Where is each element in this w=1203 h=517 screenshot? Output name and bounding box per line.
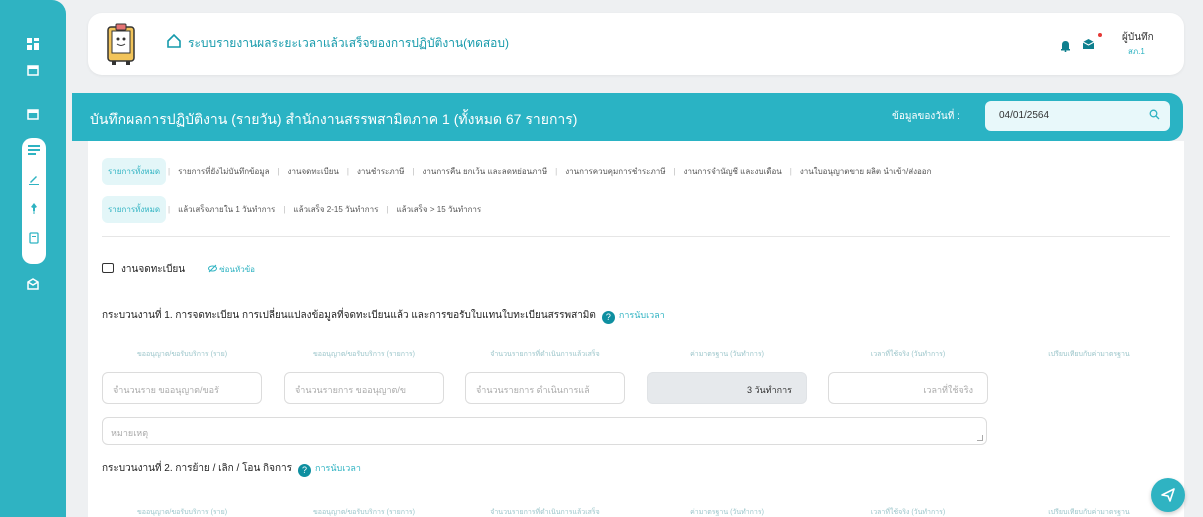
app-header: ระบบรายงานผลระยะเวลาแล้วเสร็จของการปฏิบั… (88, 13, 1184, 75)
tab-within-1-day[interactable]: แล้วเสร็จภายใน 1 วันทำการ (172, 203, 281, 216)
remark-placeholder[interactable]: หมายเหตุ (111, 426, 148, 440)
tab-registration[interactable]: งานจดทะเบียน (282, 165, 345, 178)
document-icon[interactable] (25, 232, 43, 250)
user-office: สภ.1 (1128, 47, 1145, 56)
calendar-icon[interactable] (24, 64, 42, 82)
clipboard-mascot-logo (107, 23, 135, 65)
process-2-title: กระบวนงานที่ 2. การย้าย / เลิก / โอน กิจ… (102, 461, 361, 477)
time-counting-link[interactable]: การนับเวลา (619, 310, 665, 320)
mail-icon[interactable] (1082, 38, 1095, 50)
date-label: ข้อมูลของวันที่ : (892, 111, 960, 122)
user-name[interactable]: ผู้บันทึก (1122, 30, 1154, 45)
process-2-label: กระบวนงานที่ 2. การย้าย / เลิก / โอน กิจ… (102, 463, 293, 474)
column-header: เปรียบเทียบกับค่ามาตรฐาน (1048, 509, 1130, 516)
persons-placeholder[interactable]: จำนวนราย ขออนุญาต/ขอรั (113, 383, 253, 397)
send-button[interactable] (1151, 478, 1185, 512)
primary-tabs: รายการทั้งหมด | รายการที่ยังไม่บันทึกข้อ… (102, 157, 937, 185)
inbox-icon[interactable] (24, 278, 42, 296)
column-header: เปรียบเทียบกับค่ามาตรฐาน (1048, 351, 1130, 358)
completed-input[interactable]: จำนวนรายการ ดำเนินการแล้ (465, 372, 625, 404)
section-title: งานจดทะเบียน (121, 264, 186, 275)
process-1-label: กระบวนงานที่ 1. การจดทะเบียน การเปลี่ยนแ… (102, 310, 596, 321)
items-input[interactable]: จำนวนรายการ ขออนุญาต/ข (284, 372, 444, 404)
send-icon (1161, 488, 1175, 502)
column-header: เวลาที่ใช้จริง (วันทำการ) (870, 351, 946, 358)
column-header: จำนวนรายการที่ดำเนินการแล้วเสร็จ (490, 351, 600, 358)
help-icon[interactable]: ? (298, 464, 312, 477)
tab-all-duration[interactable]: รายการทั้งหมด (102, 195, 167, 223)
edit-icon[interactable] (25, 173, 43, 191)
sidebar-menu-group (22, 138, 46, 264)
pin-icon[interactable] (25, 202, 43, 220)
column-header: ค่ามาตรฐาน (วันทำการ) (690, 509, 764, 516)
standard-days-field: 3 วันทำการ (647, 372, 807, 404)
tab-all[interactable]: รายการทั้งหมด (102, 157, 167, 185)
actual-days-placeholder[interactable]: เวลาที่ใช้จริง (923, 383, 973, 397)
bell-icon[interactable] (1060, 40, 1071, 52)
list-icon[interactable] (25, 144, 43, 162)
time-counting-link[interactable]: การนับเวลา (315, 463, 361, 473)
home-icon[interactable] (166, 33, 182, 49)
eye-off-icon (208, 264, 217, 273)
divider (102, 236, 1170, 237)
tab-tax-refund[interactable]: งานการคืน ยกเว้น และลดหย่อนภาษี (416, 165, 553, 178)
tab-tax-control[interactable]: งานการควบคุมการชำระภาษี (559, 165, 671, 178)
search-icon[interactable] (1149, 109, 1160, 120)
tab-over-15-days[interactable]: แล้วเสร็จ > 15 วันทำการ (390, 203, 487, 216)
page-title: บันทึกผลการปฏิบัติงาน (รายวัน) สำนักงานส… (90, 111, 578, 127)
tab-accounting[interactable]: งานการจำนัญชี และงบเดือน (678, 165, 788, 178)
tab-license[interactable]: งานใบอนุญาตขาย ผลิต นำเข้า/ส่งออก (794, 165, 938, 178)
column-header: ขออนุญาต/ขอรับบริการ (ราย) (136, 509, 228, 516)
page-title-bar: บันทึกผลการปฏิบัติงาน (รายวัน) สำนักงานส… (72, 93, 1183, 141)
column-header: จำนวนรายการที่ดำเนินการแล้วเสร็จ (490, 509, 600, 516)
main-content: รายการทั้งหมด | รายการที่ยังไม่บันทึกข้อ… (88, 141, 1184, 517)
date-input[interactable]: 04/01/2564 (985, 101, 1170, 131)
hide-section-link[interactable]: ซ่อนหัวข้อ (208, 263, 255, 276)
completed-placeholder[interactable]: จำนวนรายการ ดำเนินการแล้ (476, 383, 616, 397)
remark-textarea[interactable]: หมายเหตุ (102, 417, 987, 445)
column-header: ขออนุญาต/ขอรับบริการ (ราย) (136, 351, 228, 358)
app-title: ระบบรายงานผลระยะเวลาแล้วเสร็จของการปฏิบั… (188, 36, 509, 50)
hide-section-label[interactable]: ซ่อนหัวข้อ (219, 265, 255, 274)
actual-days-input[interactable]: เวลาที่ใช้จริง (828, 372, 988, 404)
column-header: ค่ามาตรฐาน (วันทำการ) (690, 351, 764, 358)
secondary-tabs: รายการทั้งหมด | แล้วเสร็จภายใน 1 วันทำกา… (102, 195, 487, 223)
column-header: ขออนุญาต/ขอรับบริการ (รายการ) (312, 351, 416, 358)
column-header: เวลาที่ใช้จริง (วันทำการ) (870, 509, 946, 516)
left-sidebar (0, 0, 66, 517)
registration-icon (102, 263, 114, 273)
standard-days-value: 3 วันทำการ (746, 385, 792, 395)
date-value[interactable]: 04/01/2564 (999, 110, 1049, 121)
items-placeholder[interactable]: จำนวนรายการ ขออนุญาต/ข (295, 383, 435, 397)
notification-dot (1098, 33, 1102, 37)
tab-2-15-days[interactable]: แล้วเสร็จ 2-15 วันทำการ (287, 203, 384, 216)
process-1-title: กระบวนงานที่ 1. การจดทะเบียน การเปลี่ยนแ… (102, 308, 665, 324)
help-icon[interactable]: ? (601, 311, 615, 324)
dashboard-icon[interactable] (24, 38, 42, 56)
calendar-icon[interactable] (24, 108, 42, 126)
resize-handle[interactable] (977, 435, 983, 441)
persons-input[interactable]: จำนวนราย ขออนุญาต/ขอรั (102, 372, 262, 404)
tab-tax-payment[interactable]: งานชำระภาษี (351, 165, 410, 178)
column-header: ขออนุญาต/ขอรับบริการ (รายการ) (312, 509, 416, 516)
tab-not-recorded[interactable]: รายการที่ยังไม่บันทึกข้อมูล (172, 165, 275, 178)
